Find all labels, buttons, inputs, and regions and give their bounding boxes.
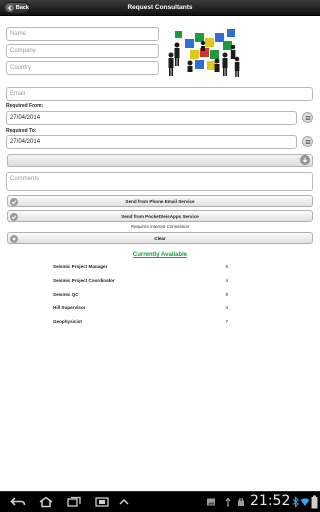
screenshot-icon[interactable] (94, 496, 110, 508)
required-to-field[interactable]: 27/04/2014 (6, 135, 297, 149)
consultant-count: 4 (225, 305, 228, 310)
name-placeholder: Name (10, 31, 27, 37)
check-icon (10, 212, 18, 221)
bluetooth-icon (292, 496, 300, 508)
consultant-type-select[interactable] (7, 154, 313, 167)
required-from-picker-button[interactable] (302, 112, 313, 123)
close-icon (10, 234, 18, 243)
list-item: Hill Supervisor 4 (53, 305, 228, 315)
battery-icon (311, 495, 318, 509)
required-to-picker-button[interactable] (302, 136, 313, 147)
company-placeholder: Company (10, 48, 36, 54)
email-placeholder: Email (10, 91, 26, 97)
consultant-count: 4 (225, 278, 228, 283)
send-pocketseisapps-label: Send from PocketSeisApps Service (121, 213, 199, 219)
name-field[interactable]: Name (6, 27, 159, 41)
consultant-role: Seismic Project Coordinator (53, 278, 115, 283)
company-field[interactable]: Company (6, 44, 159, 58)
send-pocketseisapps-button[interactable]: Send from PocketSeisApps Service (7, 210, 313, 222)
team-illustration (168, 29, 240, 77)
country-placeholder: Country (10, 65, 32, 71)
arrow-down-circle-icon (302, 157, 308, 163)
consultant-role: Geophysicist (53, 319, 82, 324)
consultant-role: Seismic Project Manager (53, 264, 108, 269)
requires-internet-note: Requires Internet Connection (130, 224, 190, 229)
required-to-value: 27/04/2014 (10, 139, 41, 145)
list-item: Seismic Project Manager 6 (53, 264, 228, 274)
send-phone-email-button[interactable]: Send from Phone Email Service (7, 195, 313, 207)
clock: 21:52 (250, 493, 291, 509)
currently-available-title: Currently Available (132, 252, 188, 258)
recent-apps-icon[interactable] (66, 496, 82, 508)
required-from-label: Required From: (6, 103, 44, 109)
header-bar: Back Request Consultants (0, 0, 320, 16)
consultant-count: 6 (225, 264, 228, 269)
list-icon (305, 139, 311, 145)
select-dropdown-button[interactable] (300, 155, 310, 165)
photo-notification-icon (206, 497, 216, 507)
required-from-value: 27/04/2014 (10, 115, 41, 121)
comments-placeholder: Comments (10, 176, 40, 182)
app-root: Back Request Consultants Name Company Co… (0, 0, 320, 512)
clear-label: Clear (154, 235, 166, 241)
back-nav-icon[interactable] (10, 496, 26, 508)
list-item: Seismic QC 8 (53, 292, 228, 302)
page-title: Request Consultants (127, 4, 193, 11)
menu-up-icon[interactable] (118, 496, 130, 508)
consultant-role: Seismic QC (53, 292, 79, 297)
required-from-field[interactable]: 27/04/2014 (6, 111, 297, 125)
email-field[interactable]: Email (6, 87, 313, 101)
list-item: Geophysicist 7 (53, 319, 228, 329)
bag-notification-icon (236, 497, 246, 507)
comments-field[interactable]: Comments (6, 172, 313, 191)
list-icon (305, 115, 311, 121)
send-phone-email-label: Send from Phone Email Service (125, 198, 195, 204)
consultant-role: Hill Supervisor (53, 305, 86, 310)
consultant-count: 8 (225, 292, 228, 297)
consultant-count: 7 (225, 319, 228, 324)
system-bar: 21:52 (0, 491, 320, 512)
list-item: Seismic Project Coordinator 4 (53, 278, 228, 288)
country-field[interactable]: Country (6, 61, 159, 75)
required-to-label: Required To: (6, 128, 37, 134)
home-icon[interactable] (38, 496, 54, 508)
wifi-icon (300, 496, 310, 508)
usb-notification-icon (223, 497, 233, 507)
clear-button[interactable]: Clear (7, 232, 313, 244)
check-icon (10, 197, 18, 206)
